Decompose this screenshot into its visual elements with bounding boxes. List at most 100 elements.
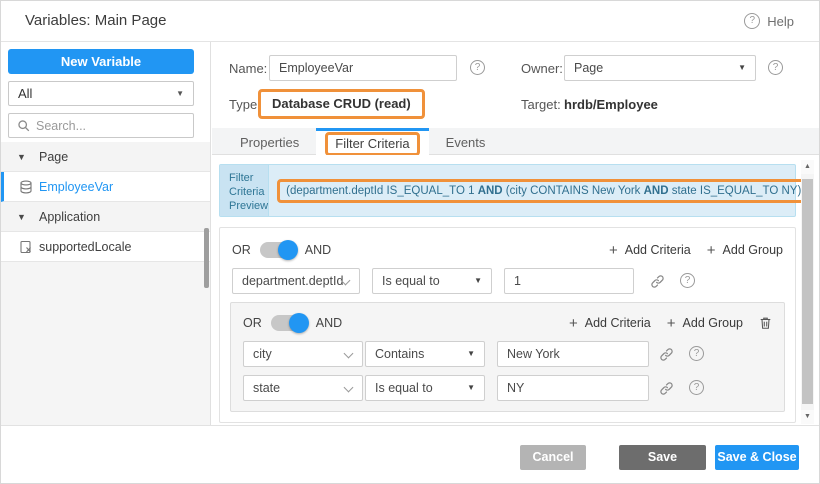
- or-label: OR: [243, 316, 262, 330]
- criteria-group-nested: OR AND + Add Criteria + Add Group: [230, 302, 785, 412]
- field-select[interactable]: city: [243, 341, 363, 367]
- toggle-knob: [289, 313, 309, 333]
- content-scrollbar[interactable]: ▲ ▼: [801, 160, 814, 424]
- operator-select[interactable]: Contains ▼: [365, 341, 485, 367]
- criteria-row: state Is equal to ▼: [231, 375, 784, 401]
- row-help-icon[interactable]: ?: [689, 380, 704, 395]
- tree-group-page[interactable]: ▼ Page: [1, 142, 210, 172]
- operator-select[interactable]: Is equal to ▼: [372, 268, 492, 294]
- target-value: hrdb/Employee: [564, 97, 658, 112]
- tree-item-employeevar[interactable]: EmployeeVar: [1, 172, 210, 202]
- tab-filter-criteria-label: Filter Criteria: [325, 132, 419, 156]
- scrollbar-thumb[interactable]: [802, 179, 813, 404]
- row-help-icon[interactable]: ?: [680, 273, 695, 288]
- variables-sidebar: New Variable All ▼ ▼ Page: [1, 42, 211, 425]
- tree-item-label: supportedLocale: [39, 240, 131, 254]
- variables-tree: ▼ Page EmployeeVar ▼ Application: [1, 142, 210, 425]
- plus-icon: +: [569, 316, 578, 331]
- page-title: Variables: Main Page: [25, 1, 166, 41]
- cancel-button[interactable]: Cancel: [520, 445, 586, 470]
- or-and-toggle[interactable]: [260, 242, 296, 258]
- caret-down-icon: ▼: [467, 342, 475, 366]
- tree-item-supportedlocale[interactable]: supportedLocale: [1, 232, 210, 262]
- bind-link-icon[interactable]: [659, 381, 674, 396]
- plus-icon: +: [707, 243, 716, 258]
- caret-down-icon: ▼: [738, 56, 746, 80]
- owner-label: Owner:*: [521, 61, 570, 76]
- tree-group-label: Page: [39, 150, 68, 164]
- criteria-row: department.deptId Is equal to ▼: [220, 268, 795, 294]
- preview-label: Filter Criteria Preview: [220, 165, 269, 216]
- scroll-down-icon[interactable]: ▼: [801, 410, 814, 424]
- save-button[interactable]: Save: [619, 445, 706, 470]
- or-label: OR: [232, 243, 251, 257]
- scroll-up-icon[interactable]: ▲: [801, 160, 814, 174]
- variable-filter-select[interactable]: All ▼: [8, 81, 194, 106]
- toggle-knob: [278, 240, 298, 260]
- type-value-highlighted: Database CRUD (read): [258, 89, 425, 119]
- owner-help-icon[interactable]: ?: [768, 60, 783, 75]
- chevron-down-icon: [344, 383, 354, 393]
- search-input[interactable]: [36, 119, 197, 133]
- name-label: Name:*: [229, 61, 274, 76]
- new-variable-button[interactable]: New Variable: [8, 49, 194, 74]
- help-button[interactable]: ? Help: [744, 1, 794, 41]
- value-input[interactable]: [497, 341, 649, 367]
- value-input[interactable]: [504, 268, 634, 294]
- search-icon: [17, 119, 30, 132]
- variables-dialog: Variables: Main Page ? Help New Variable…: [0, 0, 820, 484]
- tab-filter-criteria[interactable]: Filter Criteria: [316, 128, 428, 155]
- owner-select[interactable]: Page ▼: [564, 55, 756, 81]
- dialog-footer: Cancel Save Save & Close: [1, 425, 820, 484]
- locale-icon: [19, 240, 39, 254]
- name-help-icon[interactable]: ?: [470, 60, 485, 75]
- tree-group-application[interactable]: ▼ Application: [1, 202, 210, 232]
- add-criteria-button[interactable]: Add Criteria: [585, 316, 651, 330]
- caret-down-icon: ▼: [467, 376, 475, 400]
- chevron-down-icon: [344, 349, 354, 359]
- add-group-button[interactable]: Add Group: [683, 316, 743, 330]
- tree-group-label: Application: [39, 210, 100, 224]
- tab-properties[interactable]: Properties: [223, 128, 316, 155]
- filter-criteria-preview: Filter Criteria Preview (department.dept…: [219, 164, 796, 217]
- plus-icon: +: [609, 243, 618, 258]
- field-select[interactable]: state: [243, 375, 363, 401]
- field-select[interactable]: department.deptId: [232, 268, 360, 294]
- save-and-close-button[interactable]: Save & Close: [715, 445, 799, 470]
- caret-down-icon: ▼: [17, 212, 39, 222]
- row-help-icon[interactable]: ?: [689, 346, 704, 361]
- preview-expression-highlighted: (department.deptId IS_EQUAL_TO 1 AND (ci…: [277, 179, 814, 203]
- tab-events[interactable]: Events: [429, 128, 503, 155]
- add-criteria-button[interactable]: Add Criteria: [625, 243, 691, 257]
- caret-down-icon: ▼: [176, 82, 184, 105]
- plus-icon: +: [667, 316, 676, 331]
- owner-value: Page: [574, 61, 603, 75]
- help-circle-icon: ?: [744, 13, 760, 29]
- criteria-group-root: OR AND + Add Criteria + Add Group depart…: [219, 227, 796, 423]
- filter-criteria-panel: Filter Criteria Preview (department.dept…: [212, 155, 820, 425]
- or-and-toggle[interactable]: [271, 315, 307, 331]
- and-label: AND: [316, 316, 342, 330]
- target-label: Target:: [521, 97, 561, 112]
- search-box[interactable]: [8, 113, 194, 138]
- caret-down-icon: ▼: [17, 152, 39, 162]
- editor-tabs: Properties Filter Criteria Events: [212, 128, 820, 155]
- operator-select[interactable]: Is equal to ▼: [365, 375, 485, 401]
- delete-group-trash-icon[interactable]: [759, 316, 772, 330]
- help-label: Help: [767, 14, 794, 29]
- database-variable-icon: [19, 180, 39, 194]
- tree-item-label: EmployeeVar: [39, 180, 113, 194]
- bind-link-icon[interactable]: [650, 274, 665, 289]
- name-input[interactable]: [269, 55, 457, 81]
- variable-filter-value: All: [18, 86, 32, 101]
- bind-link-icon[interactable]: [659, 347, 674, 362]
- variable-editor: Name:* ? Owner:* Page ▼ ? Type: Database…: [212, 42, 820, 425]
- sidebar-scrollbar-thumb[interactable]: [204, 228, 209, 288]
- type-label: Type:: [229, 97, 261, 112]
- dialog-header: Variables: Main Page ? Help: [1, 1, 820, 42]
- add-group-button[interactable]: Add Group: [723, 243, 783, 257]
- criteria-row: city Contains ▼: [231, 341, 784, 367]
- caret-down-icon: ▼: [474, 269, 482, 293]
- and-label: AND: [305, 243, 331, 257]
- value-input[interactable]: [497, 375, 649, 401]
